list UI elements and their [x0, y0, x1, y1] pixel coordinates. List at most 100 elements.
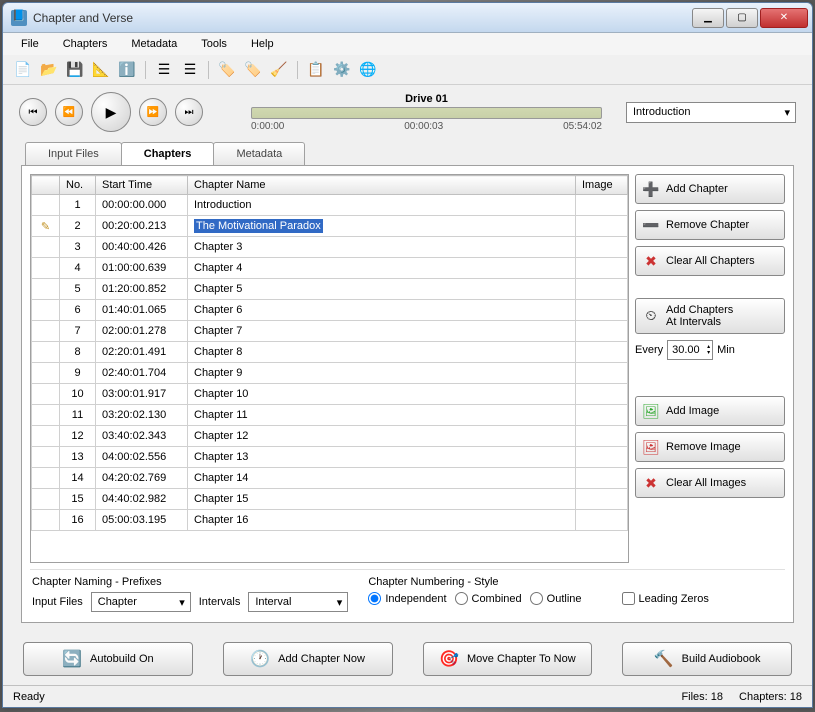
- row-header[interactable]: [32, 300, 60, 321]
- move-chapter-now-button[interactable]: 🎯Move Chapter To Now: [423, 642, 593, 676]
- cell-image: [576, 363, 628, 384]
- chapter-dropdown[interactable]: Introduction: [626, 102, 796, 123]
- input-files-combo[interactable]: Chapter: [91, 592, 191, 612]
- open-icon[interactable]: 📂: [39, 60, 59, 80]
- cell-name: Chapter 8: [194, 346, 242, 358]
- menu-metadata[interactable]: Metadata: [121, 36, 187, 52]
- row-header[interactable]: [32, 510, 60, 531]
- remove-image-button[interactable]: 🖼Remove Image: [635, 432, 785, 462]
- tool-icon-1[interactable]: 📐: [91, 60, 111, 80]
- row-header[interactable]: [32, 468, 60, 489]
- plus-icon: ➕: [642, 180, 660, 198]
- table-row[interactable]: 1504:40:02.982Chapter 15: [32, 489, 628, 510]
- col-no[interactable]: No.: [60, 176, 96, 195]
- row-header[interactable]: [32, 258, 60, 279]
- row-header[interactable]: [32, 426, 60, 447]
- maximize-button[interactable]: ▢: [726, 8, 758, 28]
- tab-chapters[interactable]: Chapters: [121, 142, 215, 165]
- autobuild-button[interactable]: 🔄Autobuild On: [23, 642, 193, 676]
- table-row[interactable]: 300:40:00.426Chapter 3: [32, 237, 628, 258]
- row-header[interactable]: [32, 447, 60, 468]
- row-header[interactable]: [32, 363, 60, 384]
- table-row[interactable]: 1203:40:02.343Chapter 12: [32, 426, 628, 447]
- remove-chapter-button[interactable]: ➖Remove Chapter: [635, 210, 785, 240]
- input-files-label: Input Files: [32, 596, 83, 608]
- table-row[interactable]: 1304:00:02.556Chapter 13: [32, 447, 628, 468]
- table-row[interactable]: 902:40:01.704Chapter 9: [32, 363, 628, 384]
- table-row[interactable]: 1605:00:03.195Chapter 16: [32, 510, 628, 531]
- table-row[interactable]: 702:00:01.278Chapter 7: [32, 321, 628, 342]
- col-rowheader[interactable]: [32, 176, 60, 195]
- cell-start: 04:00:02.556: [96, 447, 188, 468]
- tab-metadata[interactable]: Metadata: [213, 142, 305, 165]
- add-image-button[interactable]: 🖼Add Image: [635, 396, 785, 426]
- row-header[interactable]: [32, 405, 60, 426]
- build-audiobook-button[interactable]: 🔨Build Audiobook: [622, 642, 792, 676]
- menu-tools[interactable]: Tools: [191, 36, 237, 52]
- close-button[interactable]: ✕: [760, 8, 808, 28]
- row-header[interactable]: [32, 342, 60, 363]
- brush-icon[interactable]: 🧹: [269, 60, 289, 80]
- table-row[interactable]: 1003:00:01.917Chapter 10: [32, 384, 628, 405]
- table-row[interactable]: 401:00:00.639Chapter 4: [32, 258, 628, 279]
- gear-icon[interactable]: ⚙️: [332, 60, 352, 80]
- cell-no: 1: [60, 195, 96, 216]
- add-intervals-button[interactable]: ⏲Add ChaptersAt Intervals: [635, 298, 785, 334]
- row-header[interactable]: ✎: [32, 216, 60, 237]
- table-row[interactable]: 1103:20:02.130Chapter 11: [32, 405, 628, 426]
- tag-icon-2[interactable]: 🏷️: [243, 60, 263, 80]
- save-icon[interactable]: 💾: [65, 60, 85, 80]
- progress-track[interactable]: [251, 107, 602, 119]
- cell-name: Chapter 10: [194, 388, 248, 400]
- tag-icon-1[interactable]: 🏷️: [217, 60, 237, 80]
- info-icon[interactable]: ℹ️: [117, 60, 137, 80]
- indent-left-icon[interactable]: ☰: [154, 60, 174, 80]
- tab-input-files[interactable]: Input Files: [25, 142, 122, 165]
- table-row[interactable]: 802:20:01.491Chapter 8: [32, 342, 628, 363]
- status-files: Files: 18: [681, 691, 723, 703]
- col-image[interactable]: Image: [576, 176, 628, 195]
- row-header[interactable]: [32, 279, 60, 300]
- col-start[interactable]: Start Time: [96, 176, 188, 195]
- cell-name: Chapter 12: [194, 430, 248, 442]
- clear-images-button[interactable]: ✖Clear All Images: [635, 468, 785, 498]
- row-header[interactable]: [32, 321, 60, 342]
- table-row[interactable]: 501:20:00.852Chapter 5: [32, 279, 628, 300]
- add-chapter-now-button[interactable]: 🕐Add Chapter Now: [223, 642, 393, 676]
- play-button[interactable]: ▶: [91, 92, 131, 132]
- checkbox-leading-zeros[interactable]: Leading Zeros: [622, 592, 709, 605]
- skip-start-button[interactable]: ⏮: [19, 98, 47, 126]
- cell-name-editing[interactable]: The Motivational Paradox: [194, 219, 323, 233]
- menu-help[interactable]: Help: [241, 36, 284, 52]
- cell-no: 4: [60, 258, 96, 279]
- globe-icon[interactable]: 🌐: [358, 60, 378, 80]
- row-header[interactable]: [32, 195, 60, 216]
- row-header[interactable]: [32, 489, 60, 510]
- table-row[interactable]: 601:40:01.065Chapter 6: [32, 300, 628, 321]
- indent-right-icon[interactable]: ☰: [180, 60, 200, 80]
- add-chapter-button[interactable]: ➕Add Chapter: [635, 174, 785, 204]
- interval-spinner[interactable]: 30.00: [667, 340, 713, 360]
- skip-end-button[interactable]: ⏭: [175, 98, 203, 126]
- menu-chapters[interactable]: Chapters: [53, 36, 118, 52]
- menu-file[interactable]: File: [11, 36, 49, 52]
- chapters-grid[interactable]: No. Start Time Chapter Name Image 100:00…: [30, 174, 629, 563]
- radio-outline[interactable]: Outline: [530, 592, 582, 605]
- new-icon[interactable]: 📄: [13, 60, 33, 80]
- table-row[interactable]: 1404:20:02.769Chapter 14: [32, 468, 628, 489]
- every-label: Every: [635, 344, 663, 356]
- radio-combined[interactable]: Combined: [455, 592, 522, 605]
- table-row[interactable]: ✎200:20:00.213The Motivational Paradox: [32, 216, 628, 237]
- row-header[interactable]: [32, 384, 60, 405]
- table-row[interactable]: 100:00:00.000Introduction: [32, 195, 628, 216]
- page-icon[interactable]: 📋: [306, 60, 326, 80]
- status-bar: Ready Files: 18 Chapters: 18: [3, 685, 812, 707]
- minimize-button[interactable]: ▁: [692, 8, 724, 28]
- row-header[interactable]: [32, 237, 60, 258]
- clear-chapters-button[interactable]: ✖Clear All Chapters: [635, 246, 785, 276]
- rewind-button[interactable]: ⏪: [55, 98, 83, 126]
- col-name[interactable]: Chapter Name: [188, 176, 576, 195]
- intervals-combo[interactable]: Interval: [248, 592, 348, 612]
- radio-independent[interactable]: Independent: [368, 592, 446, 605]
- forward-button[interactable]: ⏩: [139, 98, 167, 126]
